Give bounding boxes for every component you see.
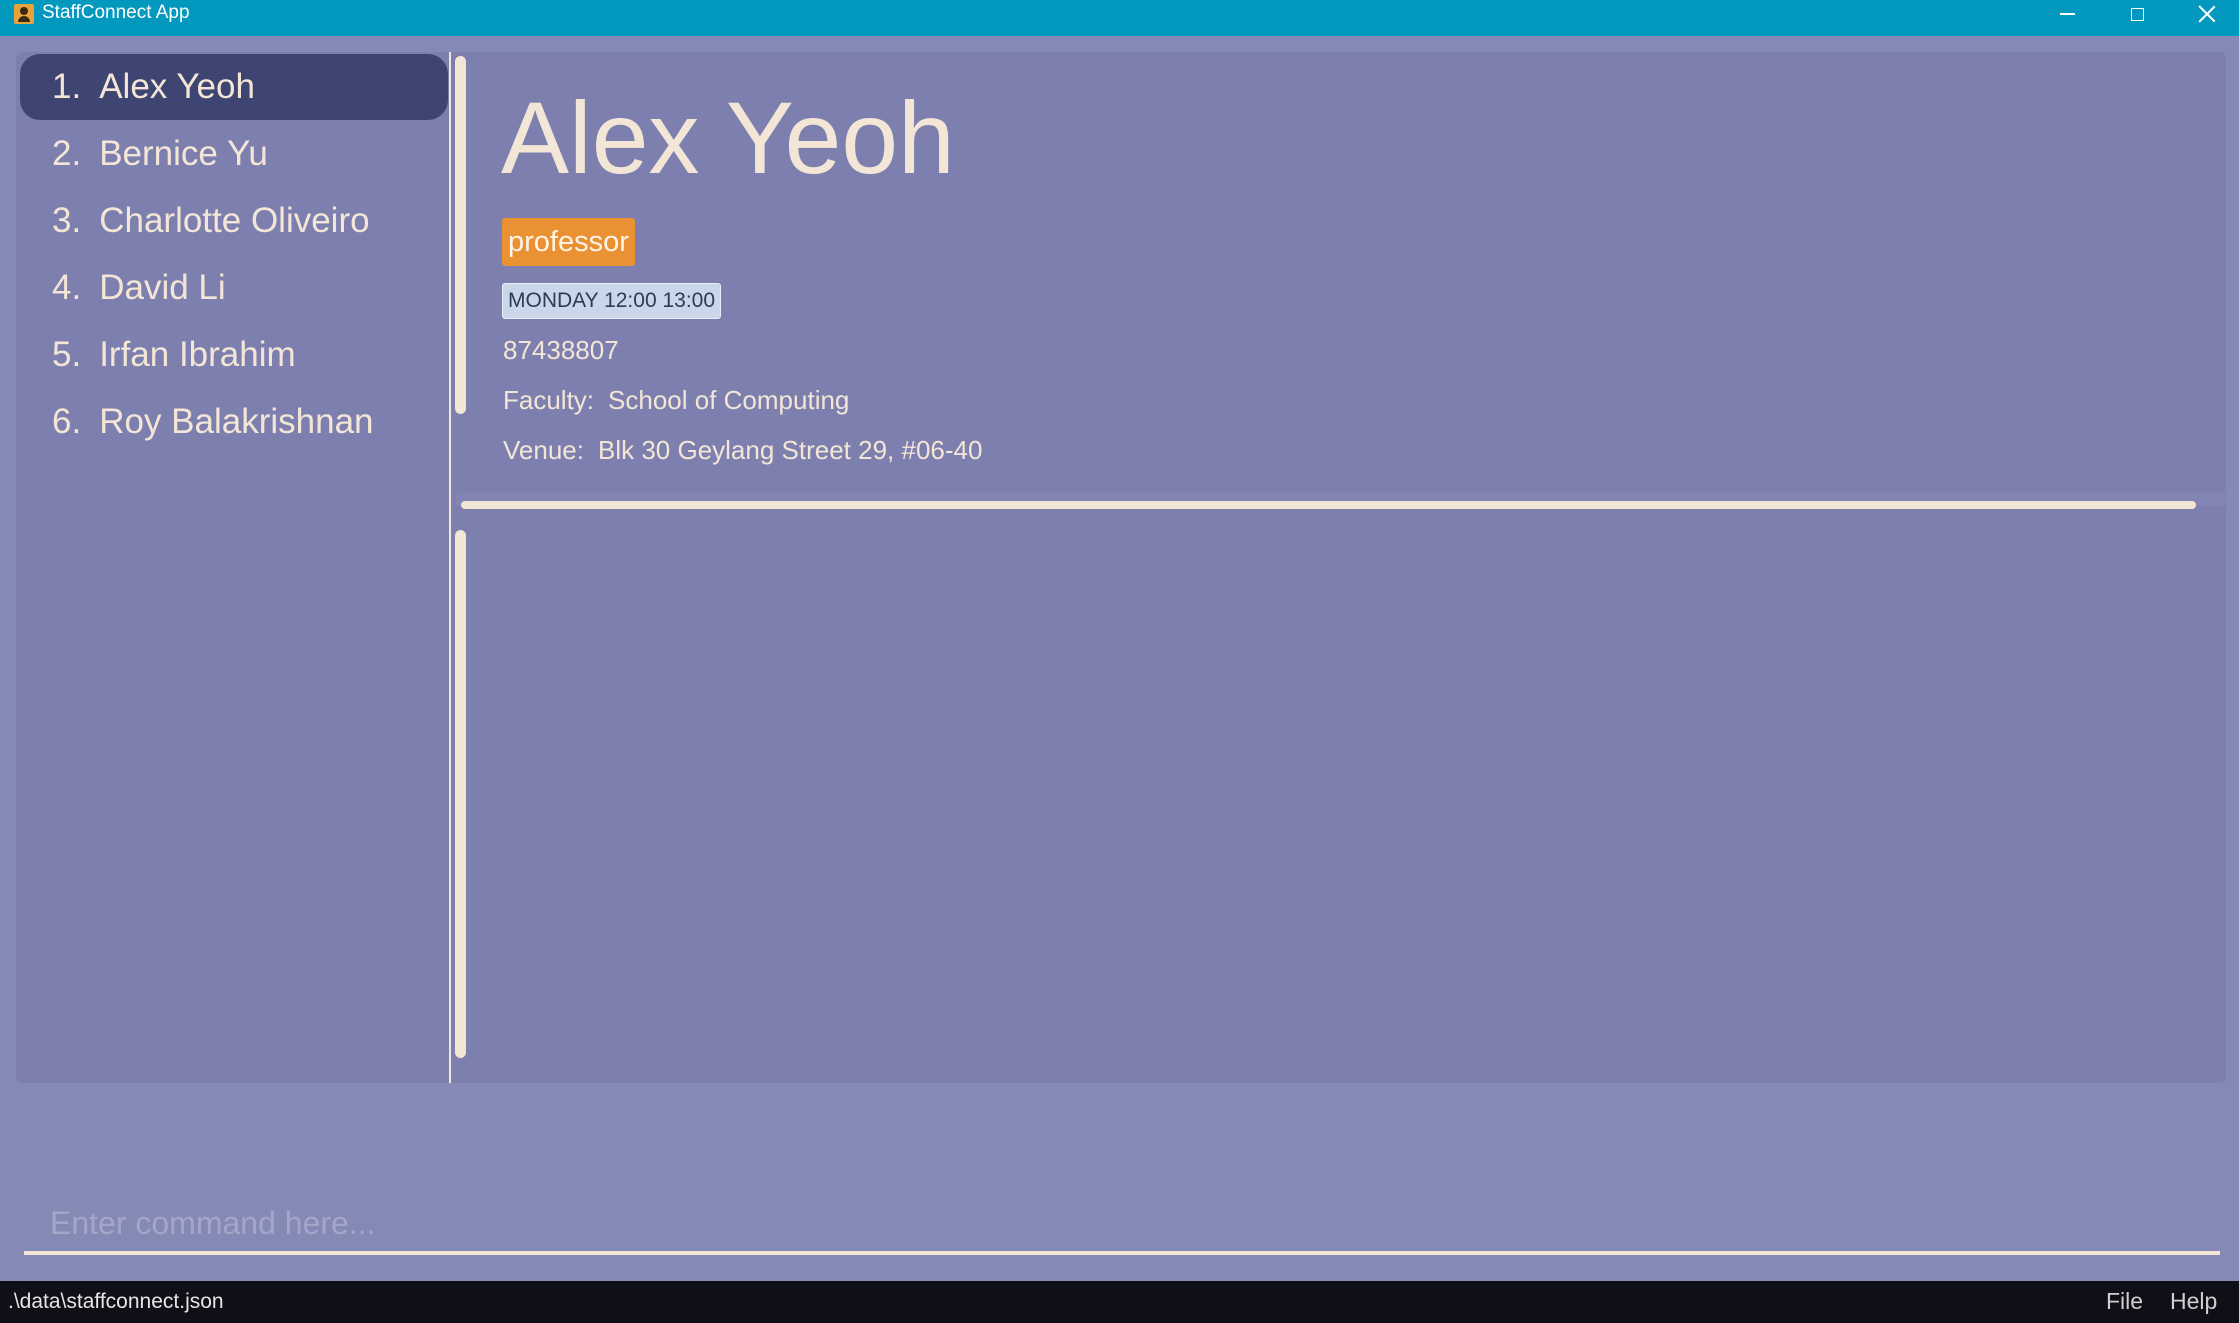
panel-divider[interactable] [449,52,451,1083]
status-bar: .\data\staffconnect.json File Help [0,1281,2239,1323]
maximize-icon [2130,7,2144,21]
phone-text: 87438807 [503,335,619,365]
person-list-item[interactable]: 5. Irfan Ibrahim [20,322,448,388]
person-index: 3. [52,201,82,240]
help-menu[interactable]: Help [2170,1288,2217,1315]
person-list-item[interactable]: 3. Charlotte Oliveiro [20,188,448,254]
minimize-button[interactable] [2032,0,2102,28]
title-bar: StaffConnect App [0,0,2239,36]
person-name: David Li [99,268,226,307]
venue-label: Venue: [503,435,584,465]
person-list: 1. Alex Yeoh 2. Bernice Yu 3. Charlotte … [20,54,448,1082]
availability-badge: MONDAY 12:00 13:00 [502,283,722,319]
command-input[interactable] [24,1195,2220,1255]
detail-scrollbar[interactable] [455,56,466,414]
person-index: 2. [52,134,82,173]
horizontal-scrollbar[interactable] [461,501,2196,509]
person-name: Roy Balakrishnan [99,402,374,441]
person-name: Alex Yeoh [99,67,255,106]
faculty-line: Faculty: School of Computing [503,385,849,416]
person-index: 5. [52,335,82,374]
person-index: 6. [52,402,82,441]
venue-line: Venue: Blk 30 Geylang Street 29, #06-40 [503,435,982,466]
minimize-icon [2059,13,2075,15]
close-button[interactable] [2172,0,2239,28]
person-list-item[interactable]: 6. Roy Balakrishnan [20,389,448,455]
person-list-item[interactable]: 4. David Li [20,255,448,321]
tag-badge: professor [502,218,635,266]
person-detail-name: Alex Yeoh [501,81,955,195]
person-index: 4. [52,268,82,307]
lower-scrollbar[interactable] [455,530,466,1058]
maximize-button[interactable] [2102,0,2172,28]
venue-value: Blk 30 Geylang Street 29, #06-40 [597,435,983,465]
person-name: Charlotte Oliveiro [99,201,370,240]
faculty-label: Faculty: [503,385,595,415]
file-menu[interactable]: File [2106,1288,2143,1315]
app-person-icon [14,4,34,24]
close-icon [2198,5,2216,23]
faculty-value: School of Computing [608,385,850,415]
window-title: StaffConnect App [42,2,190,23]
person-index: 1. [52,67,82,106]
person-list-item[interactable]: 2. Bernice Yu [20,121,448,187]
person-list-item[interactable]: 1. Alex Yeoh [20,54,448,120]
person-name: Bernice Yu [99,134,268,173]
person-name: Irfan Ibrahim [99,335,296,374]
save-file-path: .\data\staffconnect.json [8,1290,224,1313]
